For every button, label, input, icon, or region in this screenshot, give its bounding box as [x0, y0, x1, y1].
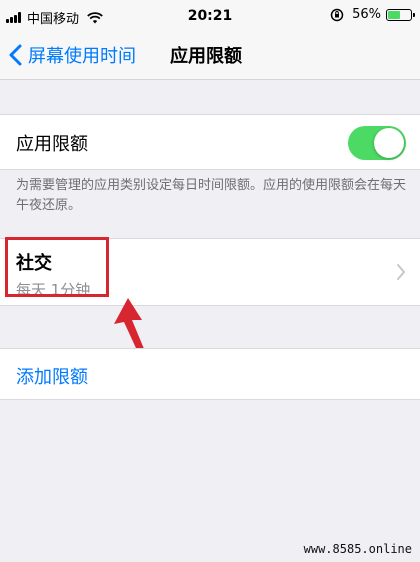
watermark: www.8585.online: [303, 542, 412, 556]
page-title: 应用限额: [170, 46, 242, 67]
app-limits-toggle[interactable]: [348, 126, 406, 160]
orientation-lock-icon: [330, 8, 344, 21]
status-right: 56%: [330, 7, 415, 22]
back-button[interactable]: 屏幕使用时间: [8, 42, 136, 68]
battery-fill: [388, 10, 401, 19]
add-limit-button[interactable]: 添加限额: [16, 363, 88, 389]
nav-bar: 屏幕使用时间 应用限额: [0, 30, 420, 80]
chevron-left-icon: [9, 44, 22, 66]
battery-icon: [386, 8, 415, 21]
highlight-box: [5, 237, 109, 297]
back-label: 屏幕使用时间: [28, 46, 136, 67]
status-bar: 中国移动 20:21 56%: [0, 0, 420, 30]
app-limits-row: 应用限额: [0, 114, 420, 170]
toggle-knob: [374, 128, 404, 158]
battery-percent: 56%: [352, 7, 381, 22]
add-limit-row[interactable]: 添加限额: [0, 348, 420, 400]
chevron-right-icon: [397, 264, 405, 280]
app-limits-label: 应用限额: [16, 134, 88, 155]
app-limits-description: 为需要管理的应用类别设定每日时间限额。应用的使用限额会在每天午夜还原。: [16, 178, 407, 213]
